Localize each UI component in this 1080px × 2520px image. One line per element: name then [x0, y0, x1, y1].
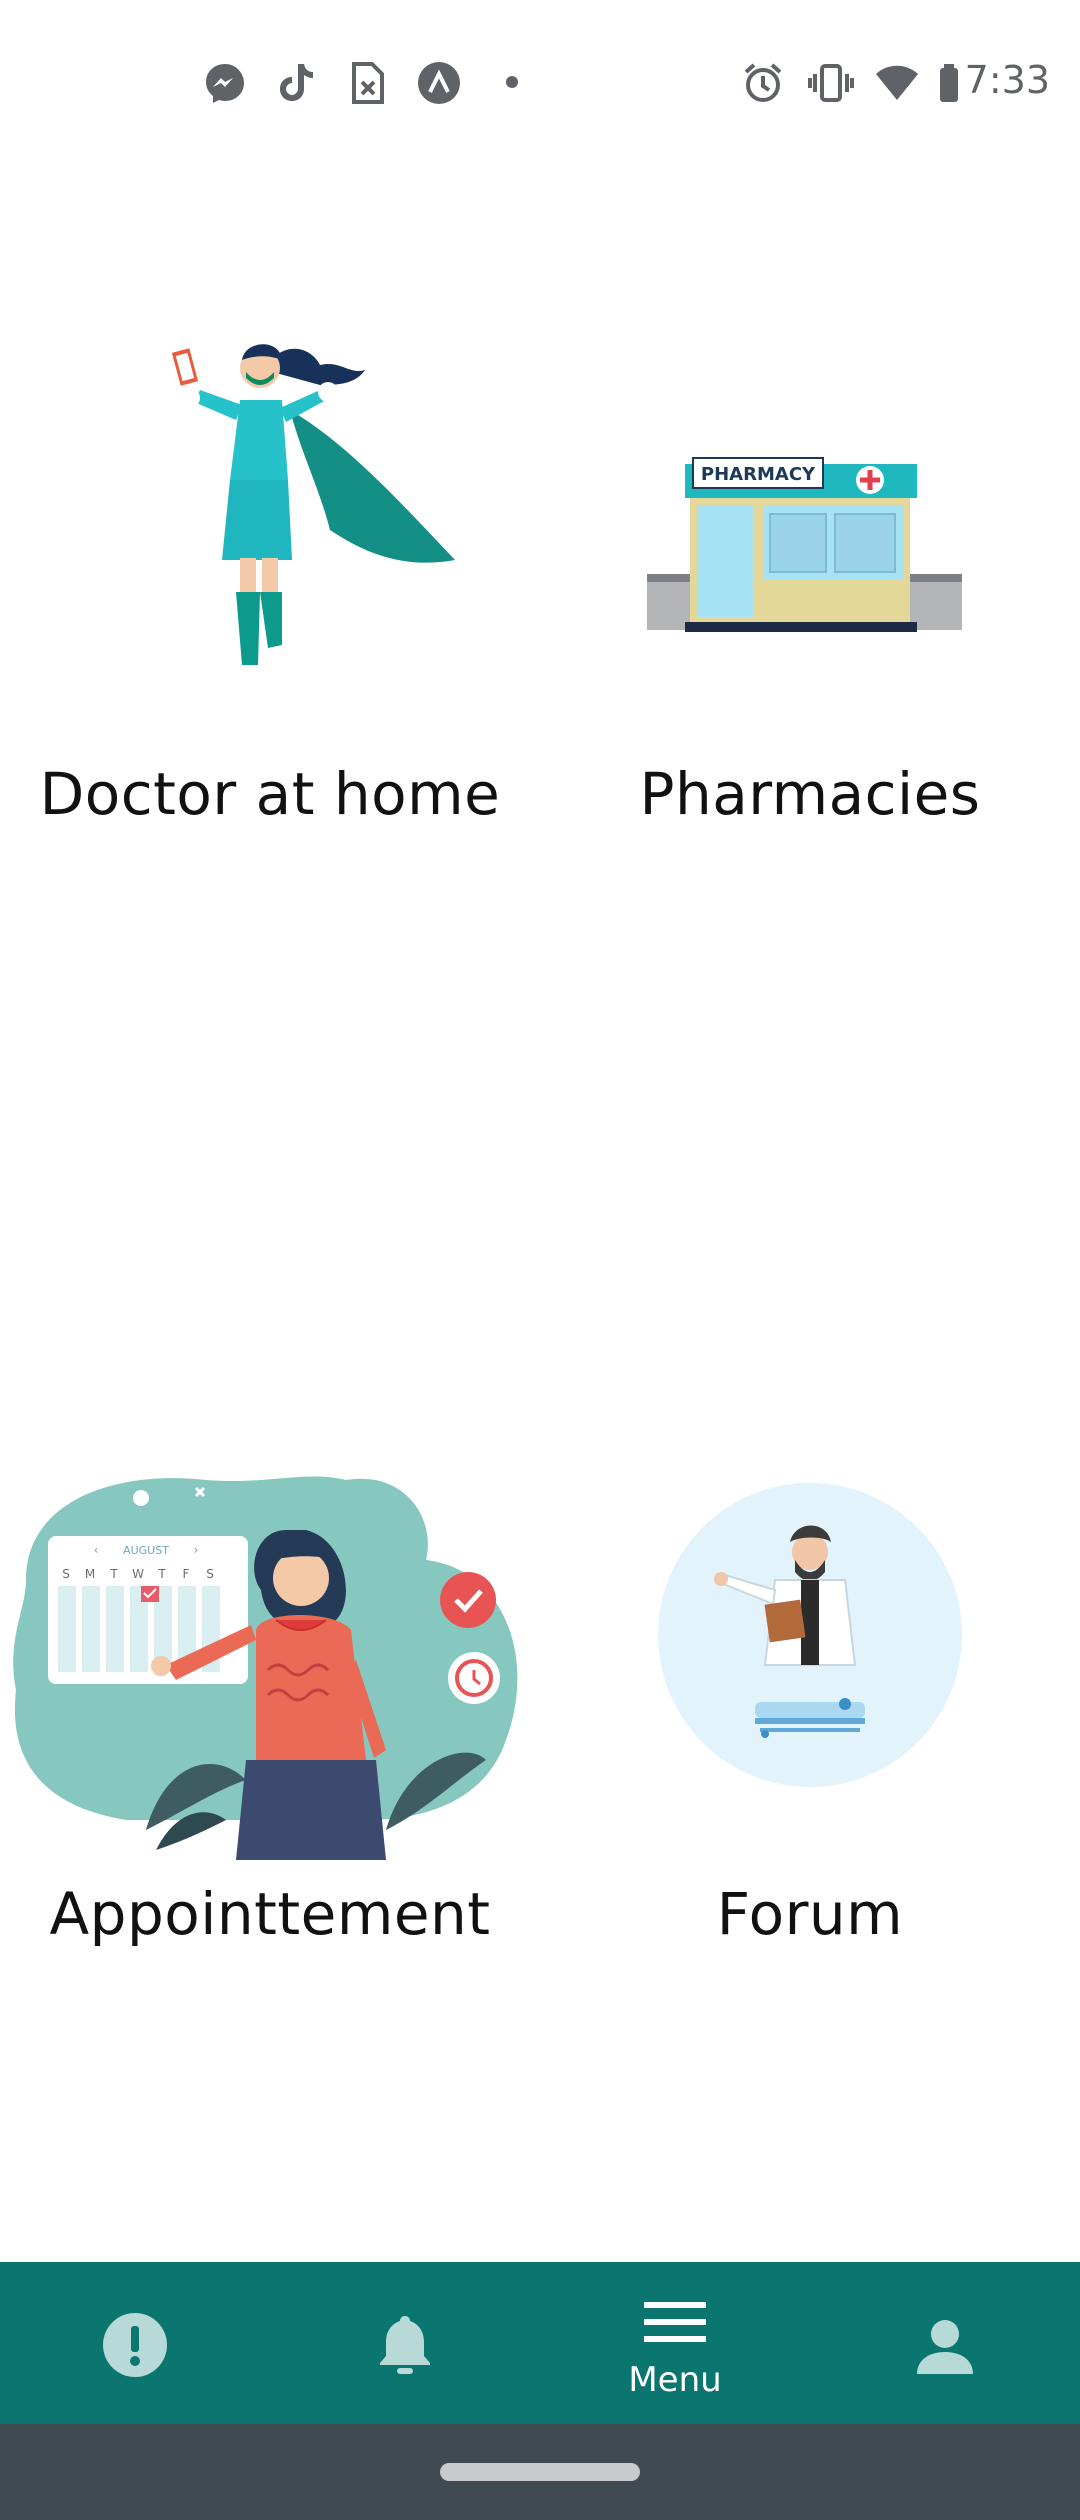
appointment-illustration: AUGUST ‹ › S M T W T F S: [13, 1476, 518, 1860]
doctor-hero-illustration: [171, 344, 455, 665]
bottom-navigation: Menu: [0, 2262, 1080, 2424]
system-navigation-bar: [0, 2424, 1080, 2520]
pharmacy-sign-text: PHARMACY: [701, 464, 816, 485]
svg-text:›: ›: [194, 1543, 199, 1557]
tile-label-forum: Forum: [716, 1880, 904, 1948]
tile-label-doctor-at-home: Doctor at home: [39, 760, 501, 828]
wifi-icon: [876, 65, 918, 100]
nav-item-notifications[interactable]: [270, 2262, 540, 2424]
tiktok-icon: [280, 64, 313, 101]
person-icon: [917, 2320, 973, 2374]
pharmacy-illustration: PHARMACY: [647, 457, 962, 632]
arrow-icon: [418, 62, 460, 104]
nav-label-menu: Menu: [628, 2360, 722, 2400]
nav-item-alerts[interactable]: [0, 2262, 270, 2424]
calendar-day-4: T: [157, 1567, 166, 1581]
dot-icon: [506, 76, 518, 88]
status-time: 7:33: [964, 58, 1050, 102]
calendar-day-5: F: [183, 1567, 190, 1581]
tile-pharmacies[interactable]: PHARMACY Pharmacies: [540, 300, 1080, 860]
nav-item-menu[interactable]: Menu: [540, 2262, 810, 2424]
alert-icon: [103, 2313, 167, 2377]
file-icon: [352, 62, 384, 104]
tile-doctor-at-home[interactable]: Doctor at home: [0, 300, 540, 860]
home-gesture-pill[interactable]: [440, 2463, 640, 2481]
calendar-day-2: T: [109, 1567, 118, 1581]
vibrate-icon: [808, 64, 854, 102]
messenger-icon: [206, 64, 244, 103]
status-bar: 7:33: [0, 0, 1080, 170]
alarm-icon: [744, 63, 782, 102]
tile-label-appointment: Appointtement: [49, 1880, 491, 1948]
calendar-day-0: S: [62, 1567, 70, 1581]
tile-label-pharmacies: Pharmacies: [639, 760, 981, 828]
menu-icon: [644, 2302, 706, 2342]
bell-icon: [380, 2316, 430, 2374]
forum-illustration: [658, 1483, 962, 1787]
nav-item-profile[interactable]: [810, 2262, 1080, 2424]
calendar-day-6: S: [206, 1567, 214, 1581]
svg-text:‹: ‹: [94, 1543, 99, 1557]
calendar-day-3: W: [132, 1567, 144, 1581]
tile-forum[interactable]: Forum: [540, 1460, 1080, 1980]
calendar-day-1: M: [85, 1567, 95, 1581]
calendar-month: AUGUST: [123, 1544, 169, 1557]
tile-appointment[interactable]: AUGUST ‹ › S M T W T F S Appointtement: [0, 1460, 540, 1980]
